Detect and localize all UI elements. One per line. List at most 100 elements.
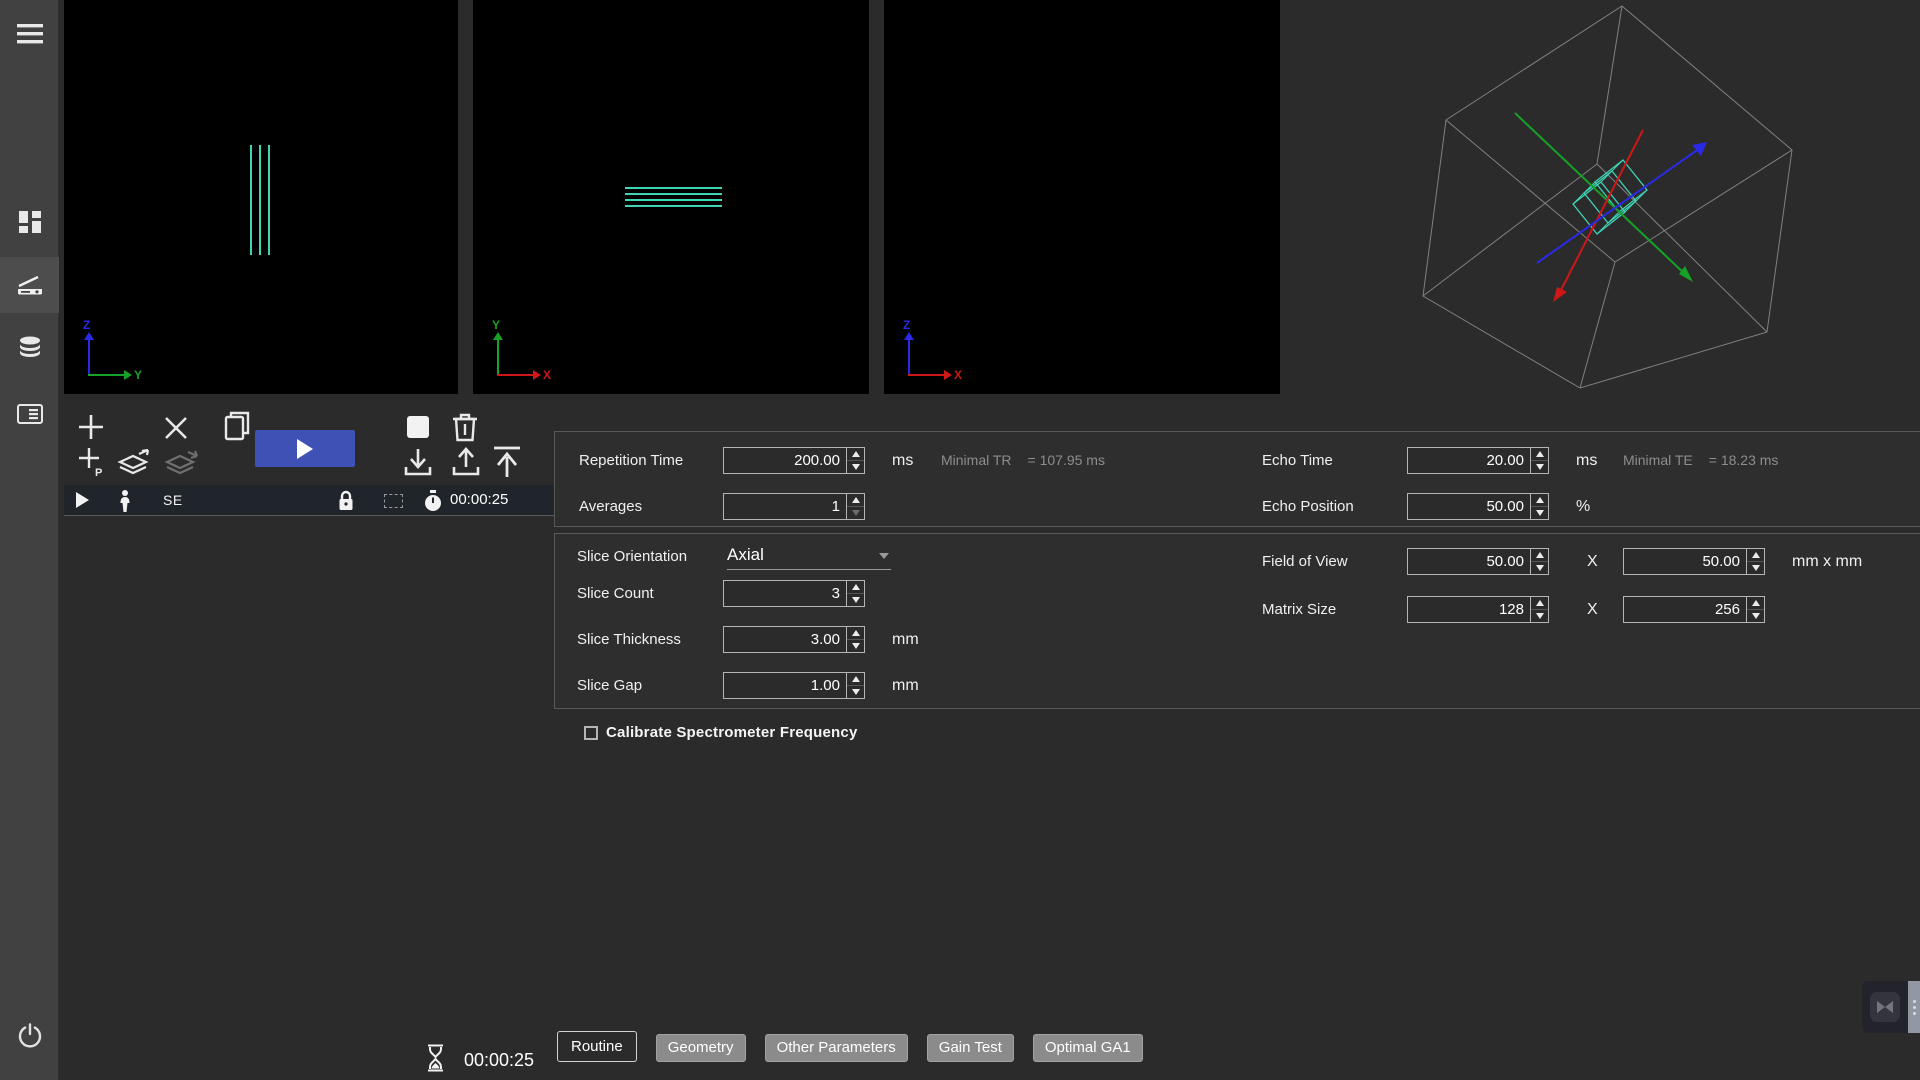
upload-to-top-button[interactable] xyxy=(490,444,524,480)
slice-line xyxy=(625,205,722,207)
delete-button[interactable] xyxy=(450,410,480,444)
step-down-button[interactable] xyxy=(1531,609,1548,622)
slice-orientation-dropdown[interactable]: Axial xyxy=(727,542,891,570)
axis-label-horizontal: X xyxy=(543,368,551,382)
hourglass-icon xyxy=(427,1044,444,1077)
selection-region-button[interactable] xyxy=(384,494,403,508)
step-down-button[interactable] xyxy=(1531,460,1548,473)
subject-icon xyxy=(119,490,131,517)
matrix-y-input[interactable] xyxy=(1624,597,1764,622)
lock-button[interactable] xyxy=(338,490,354,514)
add-protocol-button[interactable]: P xyxy=(76,446,106,478)
slice-line xyxy=(625,187,722,189)
echo-position-label: Echo Position xyxy=(1262,493,1354,520)
sidebar-item-records[interactable] xyxy=(0,386,59,442)
upload-button[interactable] xyxy=(450,446,482,480)
slice-thickness-input[interactable] xyxy=(724,627,864,652)
averages-field xyxy=(723,493,865,520)
step-up-button[interactable] xyxy=(1531,448,1548,460)
calibrate-checkbox[interactable] xyxy=(584,726,598,740)
slice-count-label: Slice Count xyxy=(577,580,654,607)
matrix-x-input[interactable] xyxy=(1408,597,1548,622)
step-up-button[interactable] xyxy=(847,581,864,593)
step-up-button[interactable] xyxy=(1747,597,1764,609)
slice-line xyxy=(259,145,261,255)
slice-orientation-label: Slice Orientation xyxy=(577,543,687,570)
tab-geometry[interactable]: Geometry xyxy=(656,1034,746,1062)
sequence-play-button[interactable] xyxy=(75,492,89,511)
sequence-row[interactable]: SE 00:00:25 xyxy=(64,485,554,516)
remove-button[interactable] xyxy=(161,413,191,443)
tab-gain-test[interactable]: Gain Test xyxy=(927,1034,1014,1062)
tab-other-parameters[interactable]: Other Parameters xyxy=(765,1034,908,1062)
sidebar-item-database[interactable] xyxy=(0,320,59,376)
step-up-button[interactable] xyxy=(847,673,864,685)
field-of-view-label: Field of View xyxy=(1262,548,1348,575)
slice-line xyxy=(625,199,722,201)
viewport-coronal[interactable]: Y X xyxy=(473,0,869,394)
step-down-button[interactable] xyxy=(847,506,864,519)
step-down-button[interactable] xyxy=(1747,609,1764,622)
fov-x-separator: X xyxy=(1587,548,1598,575)
duplicate-button[interactable] xyxy=(221,409,253,443)
step-down-button[interactable] xyxy=(1747,561,1764,574)
run-scan-button[interactable] xyxy=(255,430,355,467)
step-down-button[interactable] xyxy=(847,685,864,698)
step-down-button[interactable] xyxy=(1531,506,1548,519)
fov-y-stepper xyxy=(1746,549,1764,574)
echo-position-unit: % xyxy=(1576,493,1590,520)
sidebar-item-dashboard[interactable] xyxy=(0,194,59,250)
download-button[interactable] xyxy=(402,446,434,480)
step-up-button[interactable] xyxy=(1531,494,1548,506)
step-down-button[interactable] xyxy=(847,639,864,652)
step-down-button[interactable] xyxy=(847,460,864,473)
minimal-te-text: Minimal TE= 18.23 ms xyxy=(1623,447,1778,474)
step-up-button[interactable] xyxy=(1531,549,1548,561)
3d-slice-view[interactable] xyxy=(1280,0,1920,420)
3d-axes xyxy=(1515,113,1707,302)
axis-label-vertical: Y xyxy=(492,318,500,332)
calibrate-label[interactable]: Calibrate Spectrometer Frequency xyxy=(606,724,857,741)
append-layers-button[interactable] xyxy=(116,447,156,479)
stop-button[interactable] xyxy=(405,414,431,440)
sidebar-item-scanner[interactable] xyxy=(0,257,59,313)
add-button[interactable] xyxy=(76,412,106,442)
tab-routine[interactable]: Routine xyxy=(557,1031,637,1062)
step-up-button[interactable] xyxy=(847,494,864,506)
step-up-button[interactable] xyxy=(1531,597,1548,609)
repetition-time-input[interactable] xyxy=(724,448,864,473)
slice-count-input[interactable] xyxy=(724,581,864,606)
averages-input[interactable] xyxy=(724,494,864,519)
echo-time-input[interactable] xyxy=(1408,448,1548,473)
slice-line xyxy=(250,145,252,255)
echo-position-input[interactable] xyxy=(1408,494,1548,519)
step-down-button[interactable] xyxy=(847,593,864,606)
repetition-time-field xyxy=(723,447,865,474)
fov-x-input[interactable] xyxy=(1408,549,1548,574)
axis-label-vertical: Z xyxy=(83,318,90,332)
step-up-button[interactable] xyxy=(847,627,864,639)
step-up-button[interactable] xyxy=(847,448,864,460)
slice-thickness-stepper xyxy=(846,627,864,652)
append-layers-disabled-button[interactable] xyxy=(163,447,203,479)
echo-time-field xyxy=(1407,447,1549,474)
viewport-axial[interactable]: Z X xyxy=(884,0,1280,394)
step-down-button[interactable] xyxy=(1531,561,1548,574)
axis-label-vertical: Z xyxy=(903,318,910,332)
hamburger-menu-icon[interactable] xyxy=(0,6,59,62)
axis-indicator: Z X xyxy=(894,320,958,384)
repetition-time-label: Repetition Time xyxy=(579,447,683,474)
axis-label-horizontal: X xyxy=(954,368,962,382)
sequence-name: SE xyxy=(163,492,183,508)
tab-optimal-ga1[interactable]: Optimal GA1 xyxy=(1033,1034,1143,1062)
matrix-y-field xyxy=(1623,596,1765,623)
echo-time-label: Echo Time xyxy=(1262,447,1333,474)
power-button[interactable] xyxy=(0,1008,59,1064)
matrix-y-stepper xyxy=(1746,597,1764,622)
floating-helper-widget[interactable] xyxy=(1862,981,1920,1033)
helper-handle[interactable] xyxy=(1908,981,1920,1033)
fov-y-input[interactable] xyxy=(1624,549,1764,574)
step-up-button[interactable] xyxy=(1747,549,1764,561)
viewport-sagittal[interactable]: Z Y xyxy=(64,0,458,394)
slice-gap-input[interactable] xyxy=(724,673,864,698)
